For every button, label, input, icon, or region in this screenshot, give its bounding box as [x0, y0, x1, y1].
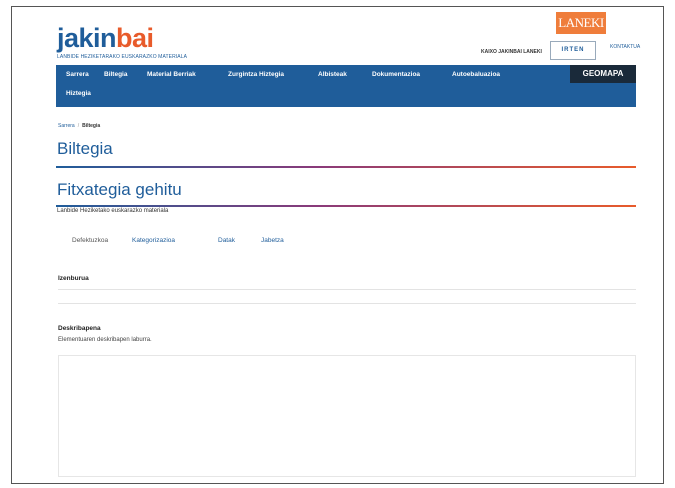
tab-datak[interactable]: Datak	[218, 237, 235, 244]
user-greeting: KAIXO JAKINBAI LANEKI	[481, 49, 542, 55]
nav-item-material-berriak[interactable]: Material Berriak	[147, 71, 196, 78]
nav-item-albisteak[interactable]: Albisteak	[318, 71, 347, 78]
form-title: Fitxategia gehitu	[57, 180, 182, 199]
page-subtitle: Lanbide Heziketako euskarazko materiala	[57, 208, 169, 214]
breadcrumb-current: Biltegia	[82, 123, 101, 129]
site-logo[interactable]: jakinbai LANBIDE HEZIKETARAKO EUSKARAZKO…	[57, 23, 188, 61]
browser-frame: jakinbai LANBIDE HEZIKETARAKO EUSKARAZKO…	[11, 6, 664, 484]
description-textarea[interactable]	[58, 355, 636, 477]
main-nav: Sarrera Biltegia Material Berriak Zurgin…	[56, 65, 636, 107]
title-divider	[56, 166, 636, 168]
logo-wordmark: jakinbai	[57, 23, 154, 53]
breadcrumb: Sarrera / Biltegia	[58, 123, 100, 129]
tab-defektuzkoa[interactable]: Defektuzkoa	[72, 237, 108, 244]
breadcrumb-home[interactable]: Sarrera	[58, 123, 75, 129]
nav-item-sarrera[interactable]: Sarrera	[66, 71, 89, 78]
contact-link[interactable]: KONTAKTUA	[610, 44, 640, 50]
form-title-divider	[56, 205, 636, 207]
laneki-logo[interactable]: LANEKI	[556, 12, 606, 34]
geomapa-button[interactable]: GEOMAPA	[570, 65, 636, 83]
nav-item-autoebaluazioa[interactable]: Autoebaluazioa	[452, 71, 500, 78]
tab-kategorizazioa[interactable]: Kategorizazioa	[132, 237, 175, 244]
title-field-label: Izenburua	[58, 275, 89, 282]
logo-subtitle: LANBIDE HEZIKETARAKO EUSKARAZKO MATERIAL…	[57, 54, 188, 60]
breadcrumb-separator: /	[77, 123, 80, 129]
nav-item-hiztegia[interactable]: Hiztegia	[66, 90, 91, 97]
nav-item-dokumentazioa[interactable]: Dokumentazioa	[372, 71, 420, 78]
description-help-text: Elementuaren deskribapen laburra.	[58, 337, 152, 343]
page-title: Biltegia	[57, 139, 113, 158]
logout-button[interactable]: IRTEN	[550, 41, 596, 60]
description-field-label: Deskribapena	[58, 325, 101, 332]
tab-jabetza[interactable]: Jabetza	[261, 237, 284, 244]
title-input-bottom	[58, 303, 636, 304]
nav-item-zurgintza-hiztegia[interactable]: Zurgintza Hiztegia	[228, 71, 284, 78]
nav-item-biltegia[interactable]: Biltegia	[104, 71, 127, 78]
title-input-border	[58, 289, 636, 290]
